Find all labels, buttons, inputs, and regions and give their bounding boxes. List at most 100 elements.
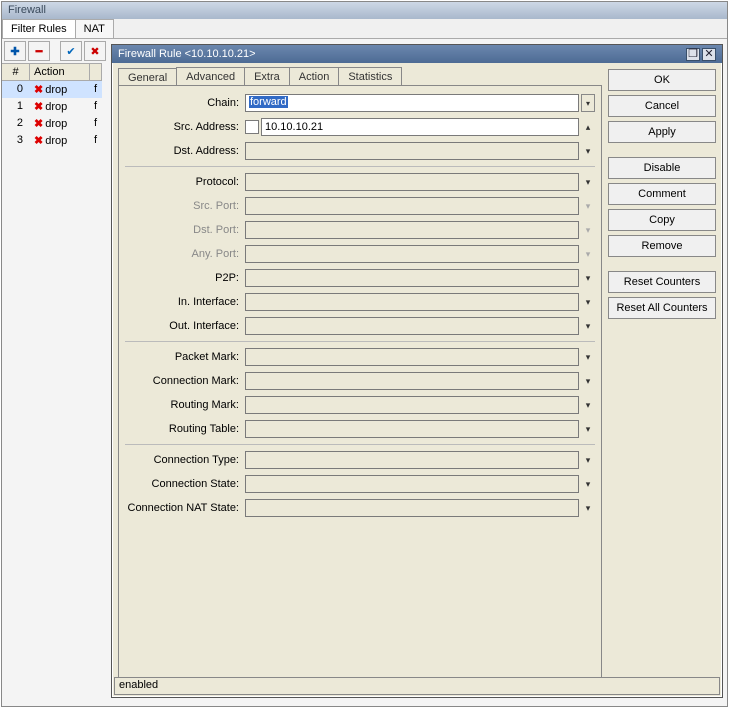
p2p-input[interactable] [245,269,579,287]
ok-button[interactable]: OK [608,69,716,91]
chain-select[interactable]: forward [245,94,579,112]
chain-label: Chain: [125,97,245,109]
dialog-titlebar[interactable]: Firewall Rule <10.10.10.21> ❐ ✕ [112,45,722,63]
dst-port-down: ▾ [581,221,595,239]
tab-filter-rules[interactable]: Filter Rules [2,19,76,38]
packet-mark-label: Packet Mark: [125,351,245,363]
table-row[interactable]: 1✖dropf [2,98,102,115]
connection-type-input[interactable] [245,451,579,469]
firewall-tabs: Filter Rules NAT [2,19,727,38]
header-rest[interactable] [90,64,102,80]
tab-statistics[interactable]: Statistics [338,67,402,86]
reset-counters-button[interactable]: Reset Counters [608,271,716,293]
in-interface-down[interactable]: ▾ [581,293,595,311]
close-button[interactable]: ✕ [702,48,716,61]
tab-action[interactable]: Action [289,67,340,86]
table-row[interactable]: 0✖dropf [2,81,102,98]
disable-button[interactable]: Disable [608,157,716,179]
connection-mark-down[interactable]: ▾ [581,372,595,390]
add-button[interactable]: ✚ [4,41,26,61]
src-address-up[interactable]: ▴ [581,118,595,136]
row-action: ✖drop [30,115,90,132]
row-index: 0 [2,81,30,98]
routing-mark-label: Routing Mark: [125,399,245,411]
cancel-button[interactable]: Cancel [608,95,716,117]
plus-icon: ✚ [10,45,19,58]
src-address-input[interactable] [261,118,579,136]
tab-advanced[interactable]: Advanced [176,67,245,86]
connection-state-down[interactable]: ▾ [581,475,595,493]
src-port-down: ▾ [581,197,595,215]
routing-table-label: Routing Table: [125,423,245,435]
row-index: 1 [2,98,30,115]
dialog-status: enabled [114,677,720,695]
connection-type-label: Connection Type: [125,454,245,466]
routing-table-down[interactable]: ▾ [581,420,595,438]
table-header: # Action [2,63,102,81]
tab-extra[interactable]: Extra [244,67,290,86]
out-interface-down[interactable]: ▾ [581,317,595,335]
drop-icon: ✖ [34,118,43,130]
any-port-down: ▾ [581,245,595,263]
dialog-button-column: OK Cancel Apply Disable Comment Copy Rem… [608,69,716,319]
header-action[interactable]: Action [30,64,90,80]
in-interface-input[interactable] [245,293,579,311]
connection-nat-state-input[interactable] [245,499,579,517]
drop-icon: ✖ [34,84,43,96]
routing-mark-down[interactable]: ▾ [581,396,595,414]
table-row[interactable]: 3✖dropf [2,132,102,149]
row-rest: f [90,98,102,115]
packet-mark-input[interactable] [245,348,579,366]
copy-button[interactable]: Copy [608,209,716,231]
row-index: 3 [2,132,30,149]
dst-address-down[interactable]: ▾ [581,142,595,160]
any-port-input [245,245,579,263]
apply-button[interactable]: Apply [608,121,716,143]
src-port-input [245,197,579,215]
connection-mark-label: Connection Mark: [125,375,245,387]
reset-all-counters-button[interactable]: Reset All Counters [608,297,716,319]
enable-button[interactable]: ✔ [60,41,82,61]
row-rest: f [90,81,102,98]
routing-mark-input[interactable] [245,396,579,414]
drop-icon: ✖ [34,101,43,113]
remove-button[interactable]: ━ [28,41,50,61]
restore-icon: ❐ [688,49,698,60]
connection-type-down[interactable]: ▾ [581,451,595,469]
tab-nat[interactable]: NAT [75,19,114,38]
close-icon: ✕ [704,49,713,60]
connection-state-input[interactable] [245,475,579,493]
protocol-input[interactable] [245,173,579,191]
out-interface-input[interactable] [245,317,579,335]
packet-mark-down[interactable]: ▾ [581,348,595,366]
connection-mark-input[interactable] [245,372,579,390]
dst-port-input [245,221,579,239]
restore-button[interactable]: ❐ [686,48,700,61]
connection-nat-state-label: Connection NAT State: [125,502,245,514]
row-rest: f [90,132,102,149]
row-action: ✖drop [30,81,90,98]
protocol-down[interactable]: ▾ [581,173,595,191]
drop-icon: ✖ [34,135,43,147]
remove-rule-button[interactable]: Remove [608,235,716,257]
src-address-negate[interactable] [245,120,259,134]
in-interface-label: In. Interface: [125,296,245,308]
chain-dropdown[interactable]: ▾ [581,94,595,112]
dst-address-input[interactable] [245,142,579,160]
firewall-client: ✚ ━ ✔ ✖ # Action 0✖dropf1✖dropf2✖dropf3✖… [2,38,727,706]
connection-nat-state-down[interactable]: ▾ [581,499,595,517]
disable-button[interactable]: ✖ [84,41,106,61]
dialog-tabs: General Advanced Extra Action Statistics [118,67,401,86]
p2p-down[interactable]: ▾ [581,269,595,287]
firewall-window: Firewall Filter Rules NAT ✚ ━ ✔ ✖ # Acti… [1,1,728,707]
header-num[interactable]: # [2,64,30,80]
check-icon: ✔ [66,45,75,58]
routing-table-input[interactable] [245,420,579,438]
src-address-label: Src. Address: [125,121,245,133]
x-icon: ✖ [90,45,99,58]
dst-port-label: Dst. Port: [125,224,245,236]
comment-button[interactable]: Comment [608,183,716,205]
rules-table: # Action 0✖dropf1✖dropf2✖dropf3✖dropf [2,63,102,149]
table-row[interactable]: 2✖dropf [2,115,102,132]
firewall-rule-dialog: Firewall Rule <10.10.10.21> ❐ ✕ General … [111,44,723,698]
